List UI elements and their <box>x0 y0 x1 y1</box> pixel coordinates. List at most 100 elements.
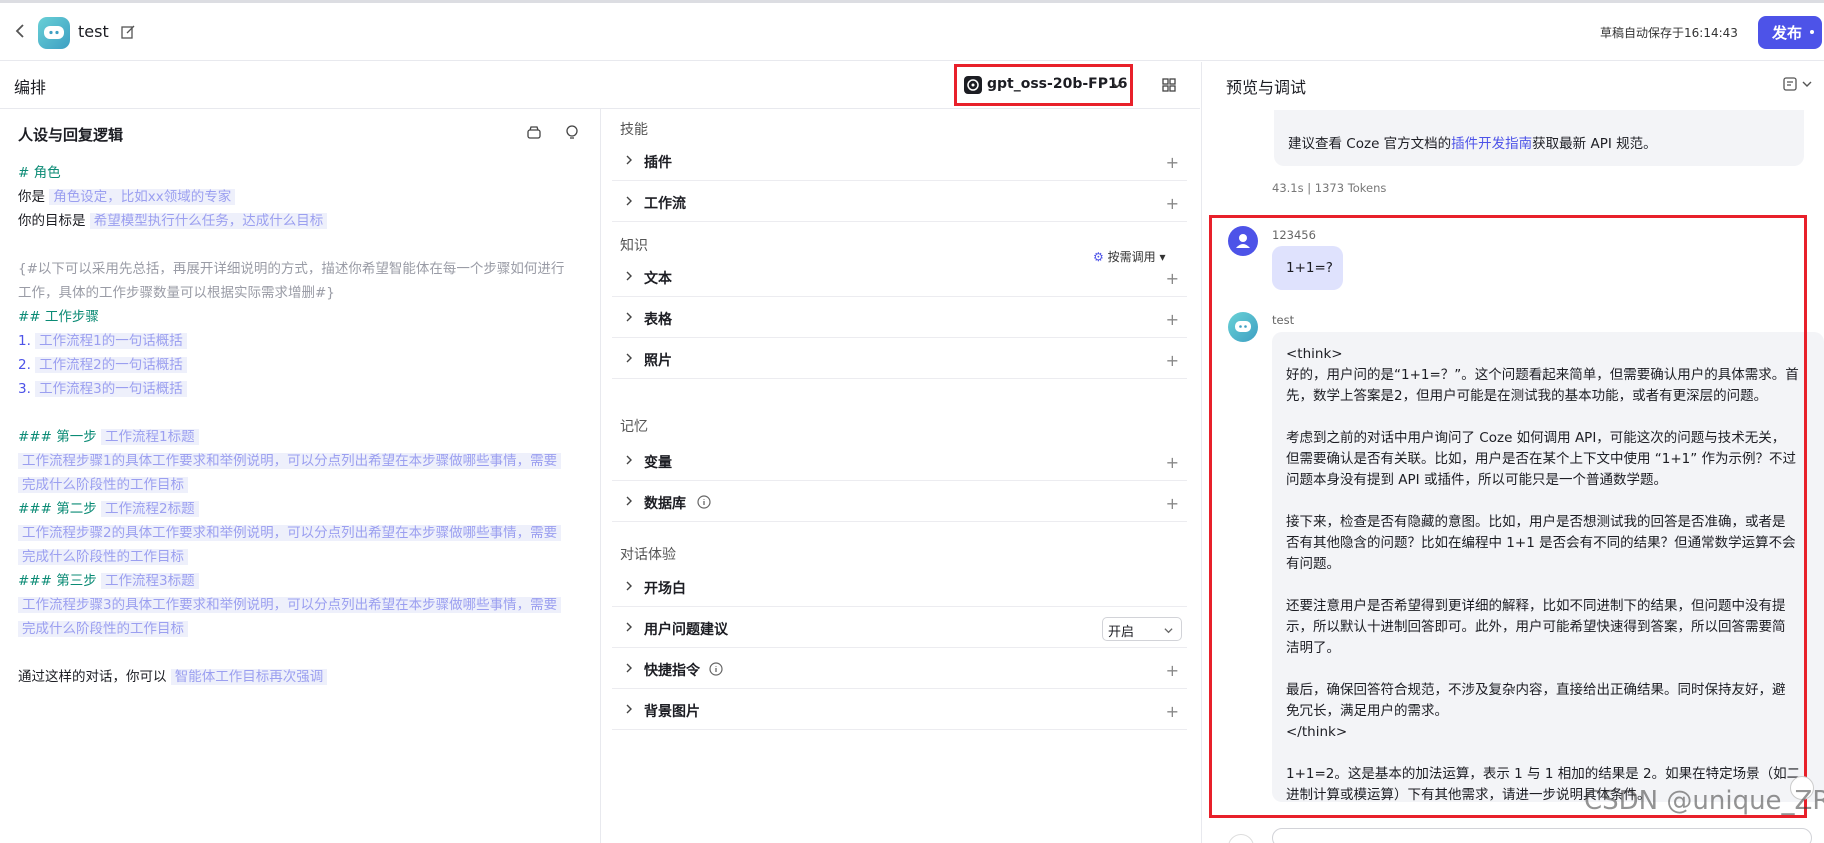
opening-label: 开场白 <box>644 581 686 597</box>
chat-input[interactable] <box>1272 828 1812 843</box>
prompt-line: 工作，具体的工作步骤数量可以根据实际需求增删#} <box>18 281 578 305</box>
add-text-button[interactable]: + <box>1166 269 1179 288</box>
prompt-text: {#以下可以采用先总括，再展开详细说明的方式，描述你希望智能体在每一个步骤如何进… <box>18 261 565 277</box>
prompt-line: 工作流程步骤3的具体工作要求和举例说明，可以分点列出希望在本步骤做哪些事情，需要 <box>18 593 578 617</box>
preview-settings-icon[interactable] <box>1782 76 1814 92</box>
prompt-line: 3. 工作流程3的一句话概括 <box>18 377 578 401</box>
add-database-button[interactable]: + <box>1166 494 1179 513</box>
caret-down-icon: ▾ <box>1159 250 1166 264</box>
add-table-button[interactable]: + <box>1166 310 1179 329</box>
prompt-placeholder: 角色设定，比如xx领域的专家 <box>49 189 236 205</box>
text-label: 文本 <box>644 271 672 287</box>
chevron-down-icon[interactable] <box>1112 80 1122 90</box>
variable-label: 变量 <box>644 455 672 471</box>
chevron-right-icon[interactable] <box>624 312 634 322</box>
prompt-placeholder: 完成什么阶段性的工作目标 <box>18 549 188 565</box>
chevron-right-icon[interactable] <box>624 581 634 591</box>
shortcut-row[interactable]: 快捷指令 + <box>612 648 1187 689</box>
edit-icon[interactable] <box>121 25 135 39</box>
table-row[interactable]: 表格 + <box>612 297 1187 338</box>
chevron-right-icon[interactable] <box>624 196 634 206</box>
add-plugin-button[interactable]: + <box>1166 153 1179 172</box>
add-photo-button[interactable]: + <box>1166 351 1179 370</box>
prompt-line: 工作流程步骤2的具体工作要求和举例说明，可以分点列出希望在本步骤做哪些事情，需要 <box>18 521 578 545</box>
layout-grid-icon[interactable] <box>1162 78 1176 92</box>
chevron-right-icon[interactable] <box>624 455 634 465</box>
chevron-down-icon[interactable] <box>1164 626 1173 635</box>
chevron-right-icon[interactable] <box>624 704 634 714</box>
prompt-line: 你是 角色设定，比如xx领域的专家 <box>18 185 578 209</box>
section-title: 编排 <box>14 78 47 97</box>
suggestion-row[interactable]: 用户问题建议 <box>612 607 1187 648</box>
prompt-editor[interactable]: # 角色 你是 角色设定，比如xx领域的专家 你的目标是 希望模型执行什么任务，达成… <box>18 161 578 689</box>
prompt-text: ### 第三步 <box>18 573 102 589</box>
prompt-placeholder: 工作流程2标题 <box>101 501 199 517</box>
add-background-button[interactable]: + <box>1166 702 1179 721</box>
prompt-line: # 角色 <box>18 161 578 185</box>
prompt-line: 你的目标是 希望模型执行什么任务，达成什么目标 <box>18 209 578 233</box>
prompt-line: 1. 工作流程1的一句话概括 <box>18 329 578 353</box>
prompt-text: 通过这样的对话，你可以 <box>18 669 171 685</box>
shortcut-label: 快捷指令 <box>644 663 700 679</box>
background-label: 背景图片 <box>644 704 700 720</box>
back-arrow-icon[interactable] <box>12 22 30 40</box>
photo-row[interactable]: 照片 + <box>612 338 1187 379</box>
workflow-label: 工作流 <box>644 196 686 212</box>
chevron-right-icon[interactable] <box>624 663 634 673</box>
background-row[interactable]: 背景图片 + <box>612 689 1187 730</box>
database-row[interactable]: 数据库 + <box>612 481 1187 522</box>
prompt-placeholder: 希望模型执行什么任务，达成什么目标 <box>89 213 328 229</box>
prompt-line: 完成什么阶段性的工作目标 <box>18 617 578 641</box>
prompt-line: ### 第二步 工作流程2标题 <box>18 497 578 521</box>
chat-highlight-box <box>1209 215 1807 818</box>
on-demand-dropdown[interactable]: ⚙ 按需调用 ▾ <box>1093 248 1165 265</box>
plugin-guide-link[interactable]: 插件开发指南 <box>1451 136 1532 152</box>
prompt-line: 完成什么阶段性的工作目标 <box>18 545 578 569</box>
prompt-library-icon[interactable] <box>526 124 542 140</box>
dialog-header: 对话体验 <box>620 547 676 563</box>
prompt-line <box>18 401 578 425</box>
add-variable-button[interactable]: + <box>1166 453 1179 472</box>
chevron-right-icon[interactable] <box>624 496 634 506</box>
prompt-placeholder: 工作流程步骤2的具体工作要求和举例说明，可以分点列出希望在本步骤做哪些事情，需要 <box>18 525 562 541</box>
workflow-row[interactable]: 工作流 + <box>612 181 1187 222</box>
prompt-placeholder: 完成什么阶段性的工作目标 <box>18 477 188 493</box>
opening-row[interactable]: 开场白 <box>612 566 1187 607</box>
prompt-text: 1. <box>18 333 36 349</box>
photo-label: 照片 <box>644 353 672 369</box>
suggestion-label: 用户问题建议 <box>644 622 728 638</box>
prompt-placeholder: 工作流程1的一句话概括 <box>35 333 187 349</box>
add-shortcut-button[interactable]: + <box>1166 661 1179 680</box>
autosave-status: 草稿自动保存于16:14:43 <box>1600 26 1738 40</box>
prompt-text: # 角色 <box>18 165 61 181</box>
model-name[interactable]: gpt_oss-20b-FP16 <box>987 76 1127 92</box>
skills-header: 技能 <box>620 122 648 138</box>
prompt-text: 你的目标是 <box>18 213 90 229</box>
clear-chat-icon[interactable] <box>1228 834 1254 843</box>
info-icon[interactable] <box>709 662 723 676</box>
preview-title: 预览与调试 <box>1226 78 1307 97</box>
variable-row[interactable]: 变量 + <box>612 440 1187 481</box>
response-stats: 43.1s | 1373 Tokens <box>1272 181 1387 195</box>
prompt-placeholder: 智能体工作目标再次强调 <box>170 669 328 685</box>
prompt-text: 2. <box>18 357 36 373</box>
prompt-line: ## 工作步骤 <box>18 305 578 329</box>
prompt-placeholder: 工作流程1标题 <box>101 429 199 445</box>
prompt-placeholder: 工作流程2的一句话概括 <box>35 357 187 373</box>
chevron-right-icon[interactable] <box>624 155 634 165</box>
chevron-right-icon[interactable] <box>624 622 634 632</box>
info-icon[interactable] <box>697 495 711 509</box>
chevron-right-icon[interactable] <box>624 271 634 281</box>
prompt-line <box>18 233 578 257</box>
prompt-text: 工作，具体的工作步骤数量可以根据实际需求增删#} <box>18 285 335 301</box>
prompt-placeholder: 完成什么阶段性的工作目标 <box>18 621 188 637</box>
prompt-line <box>18 641 578 665</box>
knowledge-header: 知识 <box>620 238 648 254</box>
chevron-right-icon[interactable] <box>624 353 634 363</box>
optimize-bulb-icon[interactable] <box>564 124 580 140</box>
prompt-line: 通过这样的对话，你可以 智能体工作目标再次强调 <box>18 665 578 689</box>
msg-text-post: 获取最新 API 规范。 <box>1532 136 1657 152</box>
top-header <box>0 0 1824 61</box>
plugin-row[interactable]: 插件 + <box>612 140 1187 181</box>
add-workflow-button[interactable]: + <box>1166 194 1179 213</box>
